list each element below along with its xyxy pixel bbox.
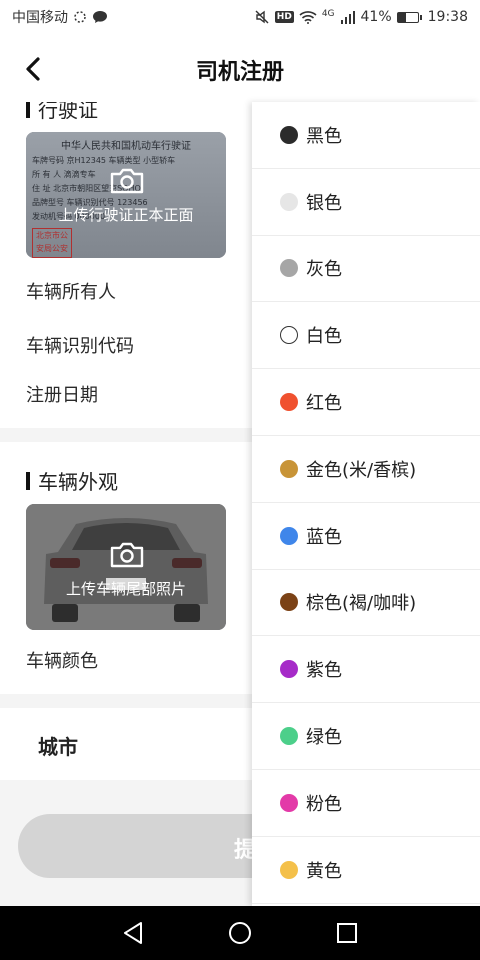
signal-icon [340,10,356,24]
city-label: 城市 [38,735,78,759]
notification-icon [73,10,87,24]
color-option-label: 棕色(褐/咖啡) [306,593,417,615]
color-picker-drawer: 黑色银色灰色白色红色金色(米/香槟) 蓝色棕色(褐/咖啡) 紫色绿色粉色黄色 [252,102,480,906]
color-option[interactable]: 黄色 [252,837,480,904]
color-swatch [280,793,298,812]
system-back-button[interactable] [120,920,146,946]
color-swatch [280,259,298,278]
hd-badge: HD [274,11,294,23]
color-option[interactable]: 金色(米/香槟) [252,436,480,503]
back-triangle-icon [124,922,143,944]
nav-bar: 司机注册 [0,34,480,102]
color-option-label: 粉色 [306,793,342,815]
color-option[interactable]: 紫色 [252,636,480,704]
color-option[interactable]: 粉色 [252,770,480,837]
exterior-section-header: 车辆外观 [26,466,118,495]
color-swatch [280,192,298,211]
color-option-label: 红色 [306,393,342,415]
recents-square-icon [336,923,357,943]
license-card-title: 中华人民共和国机动车行驶证 [61,141,191,152]
message-bubble-icon [92,10,108,24]
license-line: 车牌号码 京H12345 车辆类型 小型轿车 [32,156,176,165]
battery-percent: 41% [360,9,392,25]
color-option-label: 绿色 [306,727,342,749]
camera-icon [110,168,144,194]
color-option-label: 白色 [306,326,342,348]
color-option[interactable]: 灰色 [252,236,480,303]
color-option[interactable]: 白色 [252,302,480,370]
license-card-image: 中华人民共和国机动车行驶证 车牌号码 京H12345 车辆类型 小型轿车 所 有… [26,132,226,258]
color-option[interactable]: 棕色(褐/咖啡) [252,570,480,637]
home-circle-icon [228,922,251,944]
color-option-label: 黑色 [306,125,342,147]
vehicle-color-field[interactable]: 车辆颜色 [26,647,98,673]
car-rear-upload-area[interactable]: 上传车辆尾部照片 [26,504,226,630]
color-option-label: 黄色 [306,860,342,882]
system-navigation-bar [0,906,480,960]
color-swatch [280,526,298,545]
camera-icon [110,542,144,568]
register-date-field[interactable]: 注册日期 [26,381,98,407]
color-option-label: 紫色 [306,660,342,682]
section-bar [26,471,30,490]
color-swatch [280,393,298,412]
color-swatch [280,860,298,879]
color-option[interactable]: 绿色 [252,703,480,770]
color-option[interactable]: 黑色 [252,102,480,169]
system-home-button[interactable] [227,920,253,946]
color-option[interactable]: 银色 [252,169,480,236]
wifi-icon [299,10,317,24]
car-rear-upload-label: 上传车辆尾部照片 [65,580,186,598]
license-upload-area[interactable]: 中华人民共和国机动车行驶证 车牌号码 京H12345 车辆类型 小型轿车 所 有… [26,132,226,258]
color-swatch [280,660,298,679]
color-option-label: 银色 [306,192,342,214]
color-option-label: 灰色 [306,259,342,281]
color-option[interactable]: 红色 [252,369,480,436]
network-type-label: 4G [321,9,335,19]
color-option-label: 蓝色 [306,526,342,548]
color-swatch [280,727,298,746]
license-stamp: 北京市公安局公安 [32,228,72,258]
section-bar [26,102,30,118]
vehicle-owner-field[interactable]: 车辆所有人 [26,278,116,304]
color-option[interactable]: 蓝色 [252,503,480,570]
status-right: HD 4G 41% 19:38 [254,9,468,25]
vin-field[interactable]: 车辆识别代码 [26,332,134,358]
license-upload-label: 上传行驶证正本正面 [58,206,194,224]
color-swatch [280,326,298,345]
mute-icon [254,9,270,25]
battery-icon [396,11,422,23]
color-option-label: 金色(米/香槟) [306,459,417,481]
page-title: 司机注册 [195,60,284,85]
clock: 19:38 [427,9,468,25]
system-recents-button[interactable] [334,920,360,946]
battery-fill [397,12,406,22]
color-swatch [280,593,298,612]
color-swatch [280,125,298,144]
exterior-section-title: 车辆外观 [38,470,118,494]
color-swatch [280,459,298,478]
status-bar: 中国移动 HD 4G 41% 19:38 [0,0,480,34]
carrier-label: 中国移动 [12,10,68,26]
status-left: 中国移动 [12,7,108,27]
license-section-title: 行驶证 [38,102,98,122]
license-section-header: 行驶证 [26,102,98,123]
